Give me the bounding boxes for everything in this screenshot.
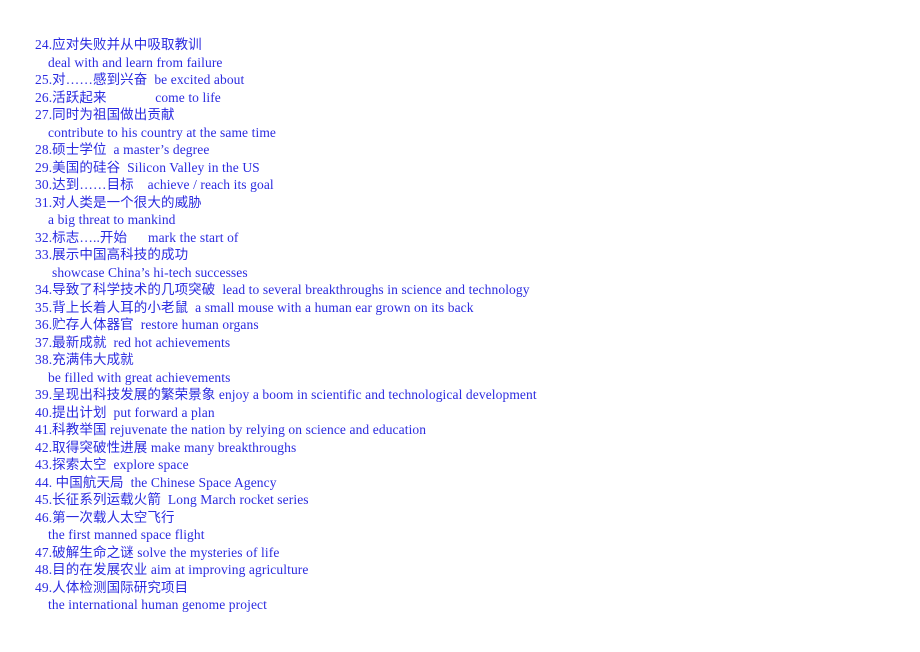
vocabulary-line: 33.展示中国高科技的成功 bbox=[35, 247, 189, 262]
vocabulary-line: 37.最新成就 red hot achievements bbox=[35, 334, 231, 350]
vocabulary-line: 39.呈现出科技发展的繁荣景象 enjoy a boom in scientif… bbox=[35, 387, 537, 402]
document-page: 24.应对失败并从中吸取教训 deal with and learn from f… bbox=[0, 0, 920, 652]
vocabulary-line: 25.对……感到兴奋 be excited about bbox=[35, 72, 245, 87]
vocabulary-line: 31.对人类是一个很大的威胁 bbox=[35, 194, 202, 210]
vocabulary-line: 47.破解生命之谜 solve the mysteries of life bbox=[35, 544, 280, 560]
vocabulary-line: 35.背上长着人耳的小老鼠 a small mouse with a human… bbox=[35, 299, 474, 315]
vocabulary-line: 27.同时为祖国做出贡献 bbox=[35, 107, 175, 122]
vocabulary-line: the first manned space flight bbox=[48, 527, 205, 542]
vocabulary-line: 41.科教举国 rejuvenate the nation by relying… bbox=[35, 422, 427, 437]
vocabulary-line: 26.活跃起来 come to life bbox=[35, 89, 221, 105]
vocabulary-line: 42.取得突破性进展 make many breakthroughs bbox=[35, 439, 297, 455]
vocabulary-line: 48.目的在发展农业 aim at improving agriculture bbox=[35, 562, 309, 577]
vocabulary-line: 49.人体检测国际研究项目 bbox=[35, 579, 189, 595]
vocabulary-line: 32.标志…..开始 mark the start of bbox=[35, 229, 239, 245]
vocabulary-line: deal with and learn from failure bbox=[48, 54, 223, 70]
vocabulary-list: 24.应对失败并从中吸取教训 deal with and learn from f… bbox=[0, 36, 920, 614]
vocabulary-line: 38.充满伟大成就 bbox=[35, 352, 134, 367]
vocabulary-line: the international human genome project bbox=[48, 597, 267, 612]
vocabulary-line: 46.第一次载人太空飞行 bbox=[35, 509, 175, 525]
vocabulary-line: showcase China’s hi-tech successes bbox=[52, 264, 248, 280]
vocabulary-line: 36.贮存人体器官 restore human organs bbox=[35, 317, 259, 332]
vocabulary-line: 29.美国的硅谷 Silicon Valley in the US bbox=[35, 159, 260, 175]
vocabulary-line: 40.提出计划 put forward a plan bbox=[35, 404, 215, 420]
vocabulary-line: 44. 中国航天局 the Chinese Space Agency bbox=[35, 474, 277, 490]
vocabulary-line: 24.应对失败并从中吸取教训 bbox=[35, 37, 202, 52]
vocabulary-line: 43.探索太空 explore space bbox=[35, 457, 189, 472]
vocabulary-line: 34.导致了科学技术的几项突破 lead to several breakthr… bbox=[35, 282, 530, 297]
vocabulary-line: 28.硕士学位 a master’s degree bbox=[35, 142, 210, 157]
vocabulary-line: a big threat to mankind bbox=[48, 212, 176, 227]
vocabulary-line: be filled with great achievements bbox=[48, 369, 231, 385]
vocabulary-line: 30.达到……目标 achieve / reach its goal bbox=[35, 177, 274, 192]
vocabulary-line: 45.长征系列运载火箭 Long March rocket series bbox=[35, 492, 309, 507]
vocabulary-line: contribute to his country at the same ti… bbox=[48, 124, 277, 140]
